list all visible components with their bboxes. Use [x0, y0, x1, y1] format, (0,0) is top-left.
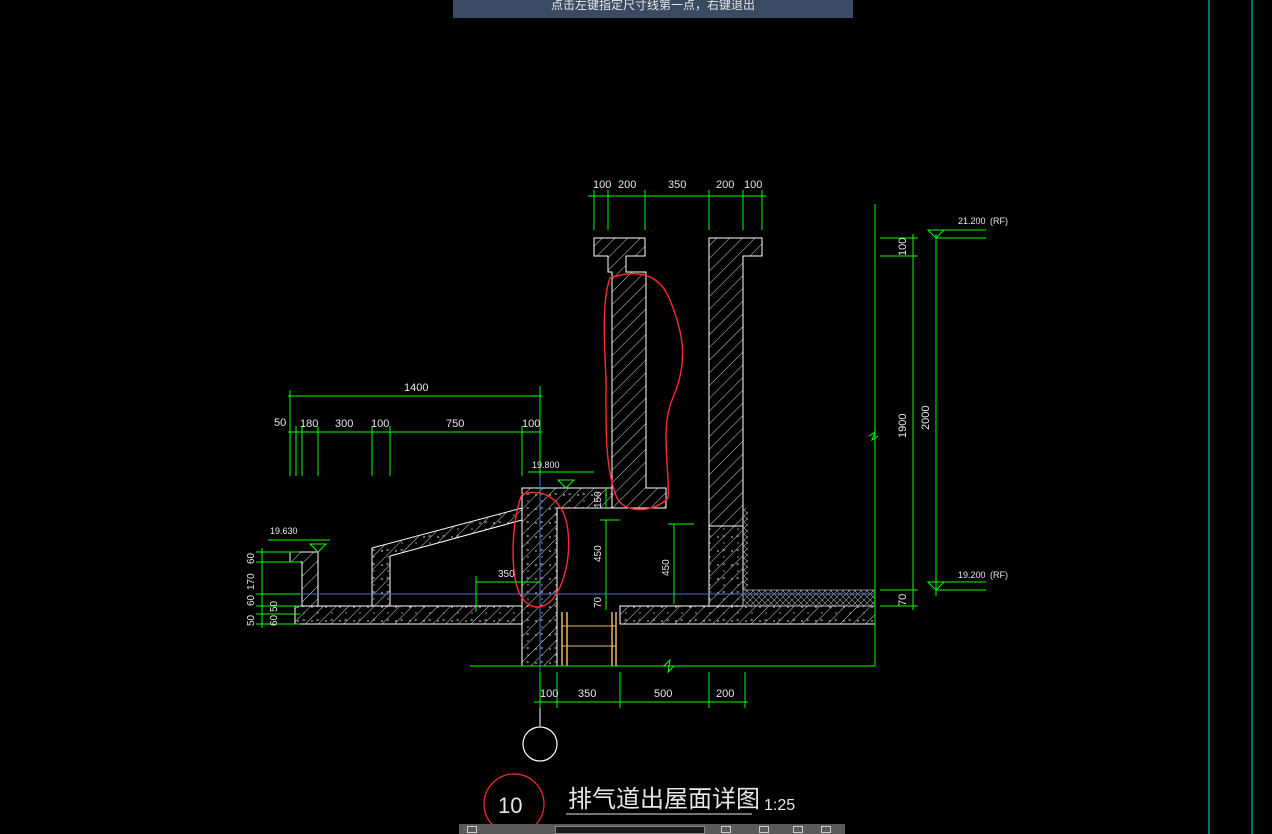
axis-bubble	[522, 708, 558, 762]
bottom-toolbar[interactable]	[459, 824, 845, 834]
grid-icon[interactable]	[759, 826, 769, 833]
dim-top-3: 350	[668, 179, 686, 191]
ortho-icon[interactable]	[793, 826, 803, 833]
shaft-left-wall	[593, 237, 667, 509]
dim-inner-450b: 450	[661, 559, 672, 576]
right-dimension-chain	[868, 204, 986, 666]
dim-v-2: 170	[246, 573, 257, 590]
dim-right-top: 100	[897, 238, 909, 256]
shaft-right-wall	[708, 237, 763, 607]
detail-number: 10	[498, 793, 522, 818]
dim-v-1: 60	[246, 552, 257, 564]
elev-top: 21.200	[958, 216, 986, 226]
roof-slab	[294, 605, 876, 625]
dim-bottom-4: 200	[716, 688, 734, 700]
ladder	[561, 612, 617, 666]
dim-right-bottom: 70	[897, 594, 909, 606]
bottom-dimension-labels: 100 350 500 200	[540, 688, 734, 700]
drawing-canvas[interactable]: 100 200 350 200 100 1400 50 180 300 100 …	[0, 0, 1272, 834]
dim-top-2: 200	[618, 179, 636, 191]
dim-inner-450a: 450	[593, 545, 604, 562]
left-vertical-labels: 60 170 60 50 60 50	[246, 552, 280, 626]
dim-inner-150: 150	[593, 491, 604, 508]
dim-inner-70: 70	[593, 596, 604, 608]
dim-right-overall: 2000	[920, 406, 932, 430]
dim-bottom-2: 350	[578, 688, 596, 700]
dim-left-1: 50	[274, 417, 286, 429]
dim-left-5: 750	[446, 418, 464, 430]
dim-bottom-3: 500	[654, 688, 672, 700]
dim-left-4: 100	[371, 418, 389, 430]
insulation-layer	[742, 508, 876, 607]
dim-inner-350: 350	[498, 569, 515, 580]
elev-mid: 19.800	[532, 460, 560, 470]
snap-icon[interactable]	[721, 826, 731, 833]
elev-tag-top: (RF)	[990, 216, 1008, 226]
dim-left-3: 300	[335, 418, 353, 430]
dim-left-overall: 1400	[404, 382, 428, 394]
dim-top-4: 200	[716, 179, 734, 191]
dim-left-2: 180	[300, 418, 318, 430]
left-dimension-chain	[288, 386, 542, 476]
drawing-title: 排气道出屋面详图	[568, 786, 760, 813]
top-dimension-labels: 100 200 350 200 100	[593, 179, 762, 191]
dim-v-3: 60	[246, 594, 257, 606]
dim-v-6: 50	[246, 614, 257, 626]
top-dimension-chain	[588, 190, 766, 230]
sloped-cap	[371, 507, 523, 607]
command-input[interactable]	[555, 826, 705, 834]
right-dimension-labels: 100 1900 2000 70	[897, 238, 932, 606]
dim-bottom-1: 100	[540, 688, 558, 700]
viewport-edge-lines	[1208, 0, 1253, 834]
settings-icon[interactable]	[821, 826, 831, 833]
drawing-scale: 1:25	[764, 797, 795, 814]
dim-left-6: 100	[522, 418, 540, 430]
toolbar-icon[interactable]	[467, 826, 477, 833]
left-dimension-labels: 1400 50 180 300 100 750 100	[274, 382, 540, 430]
elev-bottom: 19.200	[958, 570, 986, 580]
parapet-left	[289, 551, 319, 607]
dim-top-5: 100	[744, 179, 762, 191]
elev-left: 19.630	[270, 526, 298, 536]
dim-v-5: 60	[269, 614, 280, 626]
dim-v-4: 50	[269, 600, 280, 612]
dim-right-middle: 1900	[897, 414, 909, 438]
elev-tag-bottom: (RF)	[990, 570, 1008, 580]
dim-top-1: 100	[593, 179, 611, 191]
